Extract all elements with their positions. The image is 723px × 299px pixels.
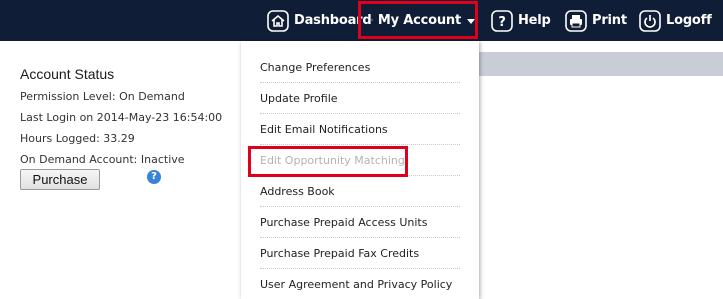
menu-item-purchase-prepaid-fax-credits[interactable]: Purchase Prepaid Fax Credits (260, 238, 460, 269)
hours-logged-text: Hours Logged: 33.29 (20, 132, 135, 145)
logoff-link[interactable]: Logoff (639, 0, 712, 41)
dashboard-link[interactable]: Dashboard (267, 0, 372, 41)
logoff-label: Logoff (666, 13, 712, 28)
account-status-panel: Account Status Permission Level: On Dema… (20, 66, 223, 190)
menu-item-update-profile[interactable]: Update Profile (260, 83, 460, 114)
svg-text:?: ? (498, 15, 505, 30)
menu-item-user-agreement[interactable]: User Agreement and Privacy Policy (260, 269, 460, 299)
account-status-title: Account Status (20, 66, 115, 82)
secondary-bar (478, 52, 723, 76)
help-label: Help (518, 13, 551, 28)
menu-item-address-book[interactable]: Address Book (260, 176, 460, 207)
power-icon (639, 9, 661, 32)
menu-item-purchase-prepaid-access-units[interactable]: Purchase Prepaid Access Units (260, 207, 460, 238)
chevron-down-icon (467, 18, 475, 24)
print-link[interactable]: Print (565, 0, 627, 41)
printer-icon (565, 9, 587, 32)
purchase-button[interactable]: Purchase (20, 169, 100, 190)
help-link[interactable]: ? Help (491, 0, 551, 41)
last-login-text: Last Login on 2014-May-23 16:54:00 (20, 111, 223, 124)
permission-level-text: Permission Level: On Demand (20, 90, 185, 103)
help-icon[interactable]: ? (147, 170, 161, 184)
print-label: Print (592, 13, 627, 28)
question-icon: ? (491, 9, 513, 32)
menu-item-change-preferences[interactable]: Change Preferences (260, 52, 460, 83)
home-icon (267, 9, 289, 32)
my-account-menu-button[interactable]: My Account (358, 1, 478, 39)
my-account-label: My Account (377, 12, 461, 28)
highlight-annotation (248, 146, 408, 177)
top-navigation-bar: Dashboard My Account ? Help Print Logoff (0, 0, 723, 41)
users-icon (371, 19, 373, 21)
menu-item-edit-email-notifications[interactable]: Edit Email Notifications (260, 114, 460, 145)
